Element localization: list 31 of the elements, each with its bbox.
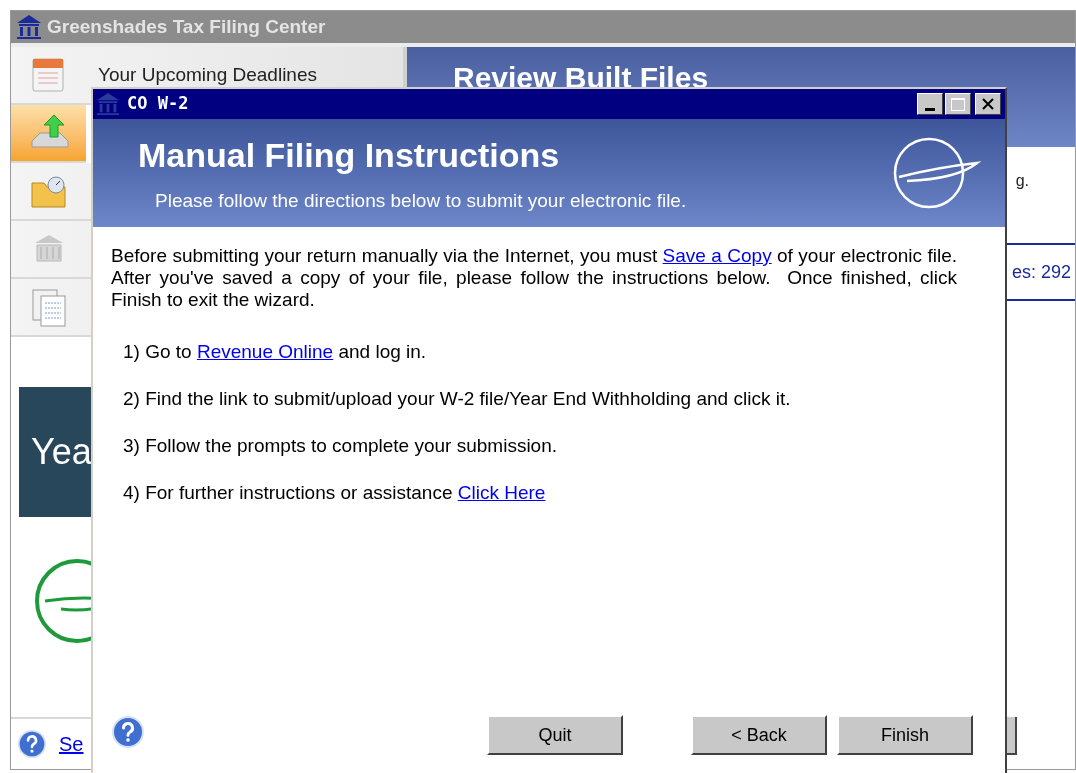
header-subtitle: Please follow the directions below to submit your electronic file. bbox=[155, 189, 687, 214]
sidebar-label: Your Upcoming Deadlines bbox=[98, 65, 317, 85]
step-text: 3) Follow the prompts to complete your submission. bbox=[123, 435, 558, 457]
instructions-paragraph: Before submitting your return manually via the Internet, you must Save a Copy of your electronic file. After you've saved a copy of your file, please follow the instructions below. Once finished, click Finish to exit the wizard. bbox=[111, 245, 957, 311]
help-icon[interactable] bbox=[17, 729, 47, 759]
calendar-icon bbox=[30, 55, 67, 95]
text-fragment: g. bbox=[1014, 171, 1029, 191]
maximize-button[interactable] bbox=[945, 93, 971, 115]
footer-link[interactable]: Se bbox=[59, 729, 84, 759]
link[interactable]: Click Here bbox=[457, 482, 546, 503]
dialog-button[interactable]: Quit bbox=[487, 715, 623, 755]
bank-icon bbox=[95, 92, 121, 116]
minimize-icon bbox=[925, 108, 935, 111]
step-text: 4) For further instructions or assistance Click Here bbox=[123, 482, 547, 504]
minimize-button[interactable] bbox=[917, 93, 943, 115]
dialog-button[interactable]: < Back bbox=[691, 715, 827, 755]
help-icon[interactable] bbox=[111, 715, 145, 749]
banner-text: Yea bbox=[31, 430, 92, 474]
bank-icon bbox=[15, 14, 43, 40]
step-text: 2) Find the link to submit/upload your W-2 file/Year End Withholding and click it. bbox=[123, 388, 792, 410]
link-fragment[interactable]: es: 292 bbox=[1011, 258, 1071, 286]
link[interactable]: Save a Copy bbox=[662, 245, 772, 266]
close-button[interactable] bbox=[975, 93, 1001, 115]
logo-icon bbox=[33, 557, 93, 645]
header-title: Manual Filing Instructions bbox=[138, 135, 561, 177]
maximize-icon bbox=[951, 97, 965, 111]
step-text: 1) Go to Revenue Online and log in. bbox=[123, 341, 428, 363]
close-icon bbox=[982, 98, 994, 110]
window-title: Greenshades Tax Filing Center bbox=[47, 14, 326, 39]
link[interactable]: Revenue Online bbox=[196, 341, 334, 362]
dialog-button[interactable]: Finish bbox=[837, 715, 973, 755]
